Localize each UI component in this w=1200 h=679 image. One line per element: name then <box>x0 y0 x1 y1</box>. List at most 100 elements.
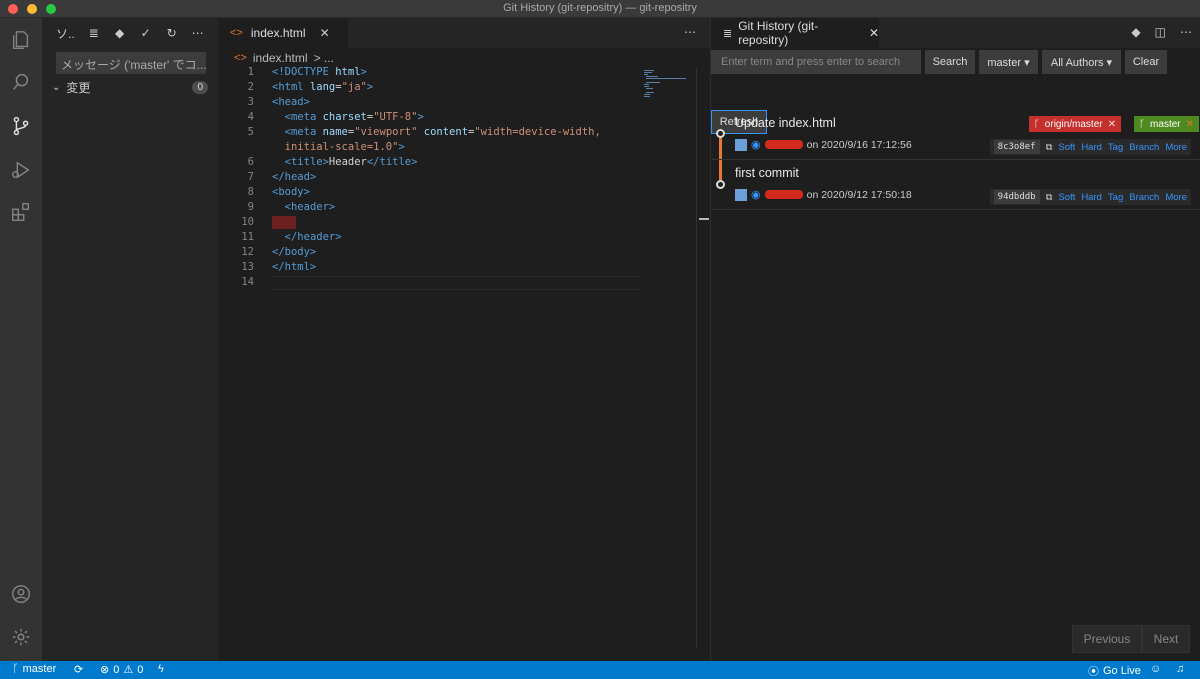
ref-badge-master[interactable]: ᚴ master ✕ <box>1134 116 1199 132</box>
line-number: 4 <box>247 111 254 123</box>
code-line[interactable]: <header> <box>272 201 336 213</box>
code-line[interactable]: <meta name="viewport" content="width=dev… <box>272 126 601 138</box>
editor-scrollbar[interactable] <box>696 68 710 648</box>
error-count: 0 <box>113 663 120 676</box>
breadcrumb-file[interactable]: index.html <box>253 51 308 65</box>
more-link[interactable]: More <box>1165 192 1187 203</box>
changes-section[interactable]: ⌄ 変更 0 <box>52 79 208 95</box>
redacted-author <box>764 140 803 149</box>
source-control-icon[interactable] <box>9 114 33 138</box>
code-line[interactable]: initial-scale=1.0"> <box>272 141 405 153</box>
editor-more-actions-icon[interactable]: ⋯ <box>684 25 696 39</box>
hard-reset-link[interactable]: Hard <box>1081 192 1102 203</box>
lightning-icon[interactable]: ϟ <box>158 663 164 675</box>
eye-icon[interactable]: ◉ <box>751 138 761 151</box>
account-icon[interactable] <box>9 582 33 606</box>
code-line[interactable]: <head> <box>272 96 310 108</box>
clear-button[interactable]: Clear <box>1125 50 1167 74</box>
remove-ref-icon[interactable]: ✕ <box>1186 119 1194 130</box>
go-live-label: Go Live <box>1103 665 1141 677</box>
search-button[interactable]: Search <box>925 50 975 74</box>
split-editor-icon[interactable]: ◫ <box>1155 25 1166 39</box>
settings-gear-icon[interactable] <box>9 625 33 649</box>
code-line[interactable]: </head> <box>272 171 316 183</box>
line-number: 1 <box>247 66 254 78</box>
previous-button[interactable]: Previous <box>1072 625 1142 653</box>
tag-link[interactable]: Tag <box>1108 142 1123 153</box>
minimap[interactable] <box>642 68 688 108</box>
code-line[interactable]: </body> <box>272 246 316 258</box>
commit-message[interactable]: first commit <box>735 166 799 180</box>
code-line[interactable]: </html> <box>272 261 316 273</box>
refresh-icon[interactable]: ↻ <box>165 26 179 40</box>
source-control-sidebar: ソ.. ≣ ◆ ✓ ↻ ⋯ メッセージ ('master' でコ... ⌄ 変更… <box>42 18 218 661</box>
tab-label: index.html <box>250 26 306 40</box>
redacted-author <box>764 190 803 199</box>
commit-actions: 8c3o8ef ⧉ Soft Hard Tag Branch More <box>989 139 1191 155</box>
branch-label: master <box>22 663 57 675</box>
code-line[interactable]: <!DOCTYPE html> <box>272 66 367 78</box>
soft-reset-link[interactable]: Soft <box>1058 142 1075 153</box>
extensions-icon[interactable] <box>9 200 33 224</box>
error-icon: ⊗ <box>100 664 110 676</box>
copy-icon[interactable]: ⧉ <box>1046 142 1053 153</box>
code-line[interactable]: <meta charset="UTF-8"> <box>272 111 424 123</box>
more-link[interactable]: More <box>1165 142 1187 153</box>
breadcrumb-more[interactable]: > ... <box>314 51 334 65</box>
explorer-icon[interactable] <box>9 28 33 52</box>
preview-icon: ≣ <box>723 27 733 40</box>
more-actions-icon[interactable]: ⋯ <box>191 26 205 40</box>
branch-link[interactable]: Branch <box>1129 142 1159 153</box>
status-branch[interactable]: ᚴ master <box>12 663 56 675</box>
broadcast-icon: ⦿ <box>1088 666 1099 678</box>
branch-select[interactable]: master ▾ <box>979 50 1038 74</box>
search-input[interactable]: Enter term and press enter to search <box>711 50 921 74</box>
line-number: 6 <box>247 156 254 168</box>
problems-indicator[interactable]: ⊗ 0 ⚠ 0 <box>100 663 143 677</box>
list-view-icon[interactable]: ≣ <box>87 26 101 40</box>
git-history-pane: ≣ Git History (git-repositry) ✕ ◆ ◫ ⋯ En… <box>710 18 1200 661</box>
line-number: 10 <box>241 216 254 228</box>
sync-icon[interactable]: ⟳ <box>74 663 83 676</box>
notifications-bell-icon[interactable]: ♫ <box>1176 663 1184 675</box>
commit-node <box>716 180 725 189</box>
code-line[interactable]: </header> <box>272 231 342 243</box>
ref-badge-origin-master[interactable]: ᚴ origin/master ✕ <box>1028 116 1121 132</box>
commit-row[interactable]: Update index.html ◉ on 2020/9/16 17:12:5… <box>711 110 1200 160</box>
feedback-icon[interactable]: ☺ <box>1150 663 1161 675</box>
code-line[interactable] <box>272 216 296 232</box>
commit-hash[interactable]: 8c3o8ef <box>993 140 1040 154</box>
branch-link[interactable]: Branch <box>1129 192 1159 203</box>
next-button[interactable]: Next <box>1142 625 1190 653</box>
code-line[interactable] <box>272 276 642 290</box>
run-debug-icon[interactable] <box>9 158 33 182</box>
commit-check-icon[interactable]: ✓ <box>139 26 153 40</box>
close-tab-icon[interactable]: ✕ <box>320 26 330 40</box>
commit-hash[interactable]: 94dbddb <box>993 190 1040 204</box>
search-icon[interactable] <box>9 70 33 94</box>
commit-message-input[interactable]: メッセージ ('master' でコ... <box>56 52 206 74</box>
commit-meta: ◉ on 2020/9/12 17:50:18 <box>735 188 912 201</box>
authors-select[interactable]: All Authors ▾ <box>1042 50 1121 74</box>
go-live-button[interactable]: ⦿ Go Live <box>1088 663 1141 679</box>
tag-link[interactable]: Tag <box>1108 192 1123 203</box>
commit-meta: ◉ on 2020/9/16 17:12:56 <box>735 138 912 151</box>
tab-index-html[interactable]: <> index.html ✕ <box>218 18 348 48</box>
soft-reset-link[interactable]: Soft <box>1058 192 1075 203</box>
code-line[interactable]: <title>Header</title> <box>272 156 418 168</box>
git-graph-icon[interactable]: ◆ <box>113 26 127 40</box>
eye-icon[interactable]: ◉ <box>751 188 761 201</box>
close-tab-icon[interactable]: ✕ <box>869 26 879 40</box>
hard-reset-link[interactable]: Hard <box>1081 142 1102 153</box>
code-line[interactable]: <body> <box>272 186 310 198</box>
branch-icon: ᚴ <box>1139 118 1146 130</box>
tab-git-history[interactable]: ≣ Git History (git-repositry) ✕ <box>711 18 879 48</box>
code-line[interactable]: <html lang="ja"> <box>272 81 373 93</box>
copy-icon[interactable]: ⧉ <box>1046 192 1053 203</box>
more-actions-icon[interactable]: ⋯ <box>1180 25 1192 39</box>
commit-row[interactable]: first commit ◉ on 2020/9/12 17:50:18 94d… <box>711 160 1200 210</box>
git-graph-icon[interactable]: ◆ <box>1131 25 1140 39</box>
commit-date: on 2020/9/12 17:50:18 <box>806 188 912 201</box>
remove-ref-icon[interactable]: ✕ <box>1108 119 1116 130</box>
commit-message[interactable]: Update index.html <box>735 116 836 130</box>
